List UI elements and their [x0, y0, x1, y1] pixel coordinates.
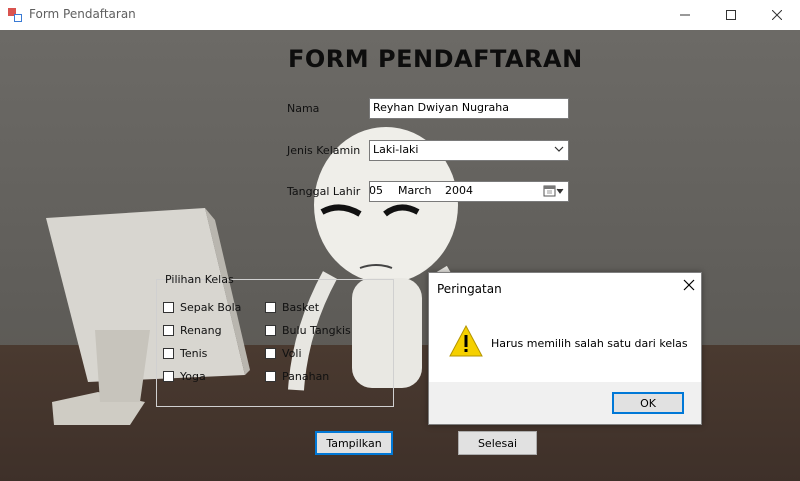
warning-dialog: Peringatan Harus memilih salah satu dari…	[428, 272, 702, 425]
checkbox-box[interactable]	[163, 325, 174, 336]
dialog-message: Harus memilih salah satu dari kelas	[491, 337, 688, 350]
close-icon[interactable]	[683, 279, 695, 291]
checkbox-tenis[interactable]: Tenis	[163, 347, 207, 360]
checkbox-voli[interactable]: Voli	[265, 347, 302, 360]
ok-button[interactable]: OK	[612, 392, 684, 414]
calendar-icon[interactable]	[543, 184, 565, 198]
checkbox-box[interactable]	[163, 302, 174, 313]
minimize-icon	[680, 14, 690, 16]
title-bar: Form Pendaftaran	[0, 0, 800, 30]
checkbox-label: Yoga	[180, 370, 206, 383]
checkbox-label: Renang	[180, 324, 222, 337]
date-day[interactable]: 05	[370, 184, 383, 197]
warning-icon	[449, 325, 483, 357]
maximize-button[interactable]	[708, 0, 754, 30]
jenis-kelamin-label: Jenis Kelamin	[287, 144, 361, 157]
checkbox-bulu-tangkis[interactable]: Bulu Tangkis	[265, 324, 351, 337]
checkbox-box[interactable]	[265, 348, 276, 359]
jenis-kelamin-value: Laki-laki	[373, 143, 419, 156]
date-month[interactable]: March	[398, 184, 432, 197]
chevron-down-icon	[554, 146, 564, 152]
pilihan-kelas-group	[156, 279, 394, 407]
checkbox-label: Bulu Tangkis	[282, 324, 351, 337]
checkbox-box[interactable]	[265, 302, 276, 313]
dialog-title: Peringatan	[437, 282, 502, 296]
tanggal-lahir-label: Tanggal Lahir	[287, 185, 361, 198]
checkbox-yoga[interactable]: Yoga	[163, 370, 206, 383]
pilihan-kelas-caption: Pilihan Kelas	[165, 273, 234, 286]
tanggal-lahir-picker[interactable]: 05 March 2004	[369, 181, 569, 202]
jenis-kelamin-select[interactable]: Laki-laki	[369, 140, 569, 161]
checkbox-box[interactable]	[163, 371, 174, 382]
dialog-footer: OK	[429, 382, 701, 424]
form-heading: FORM PENDAFTARAN	[288, 45, 583, 73]
window-title: Form Pendaftaran	[29, 7, 136, 21]
minimize-button[interactable]	[662, 0, 708, 30]
selesai-button[interactable]: Selesai	[458, 431, 537, 455]
checkbox-renang[interactable]: Renang	[163, 324, 222, 337]
checkbox-box[interactable]	[163, 348, 174, 359]
checkbox-label: Sepak Bola	[180, 301, 242, 314]
close-icon	[772, 10, 782, 20]
maximize-icon	[726, 10, 736, 20]
nama-input[interactable]: Reyhan Dwiyan Nugraha	[369, 98, 569, 119]
checkbox-label: Basket	[282, 301, 320, 314]
checkbox-box[interactable]	[265, 371, 276, 382]
app-icon	[8, 8, 22, 22]
close-button[interactable]	[754, 0, 800, 30]
checkbox-label: Voli	[282, 347, 302, 360]
checkbox-sepak-bola[interactable]: Sepak Bola	[163, 301, 241, 314]
tampilkan-button[interactable]: Tampilkan	[315, 431, 393, 455]
checkbox-label: Tenis	[180, 347, 208, 360]
checkbox-box[interactable]	[265, 325, 276, 336]
checkbox-panahan[interactable]: Panahan	[265, 370, 329, 383]
date-year[interactable]: 2004	[445, 184, 473, 197]
checkbox-basket[interactable]: Basket	[265, 301, 319, 314]
checkbox-label: Panahan	[282, 370, 330, 383]
nama-label: Nama	[287, 102, 320, 115]
